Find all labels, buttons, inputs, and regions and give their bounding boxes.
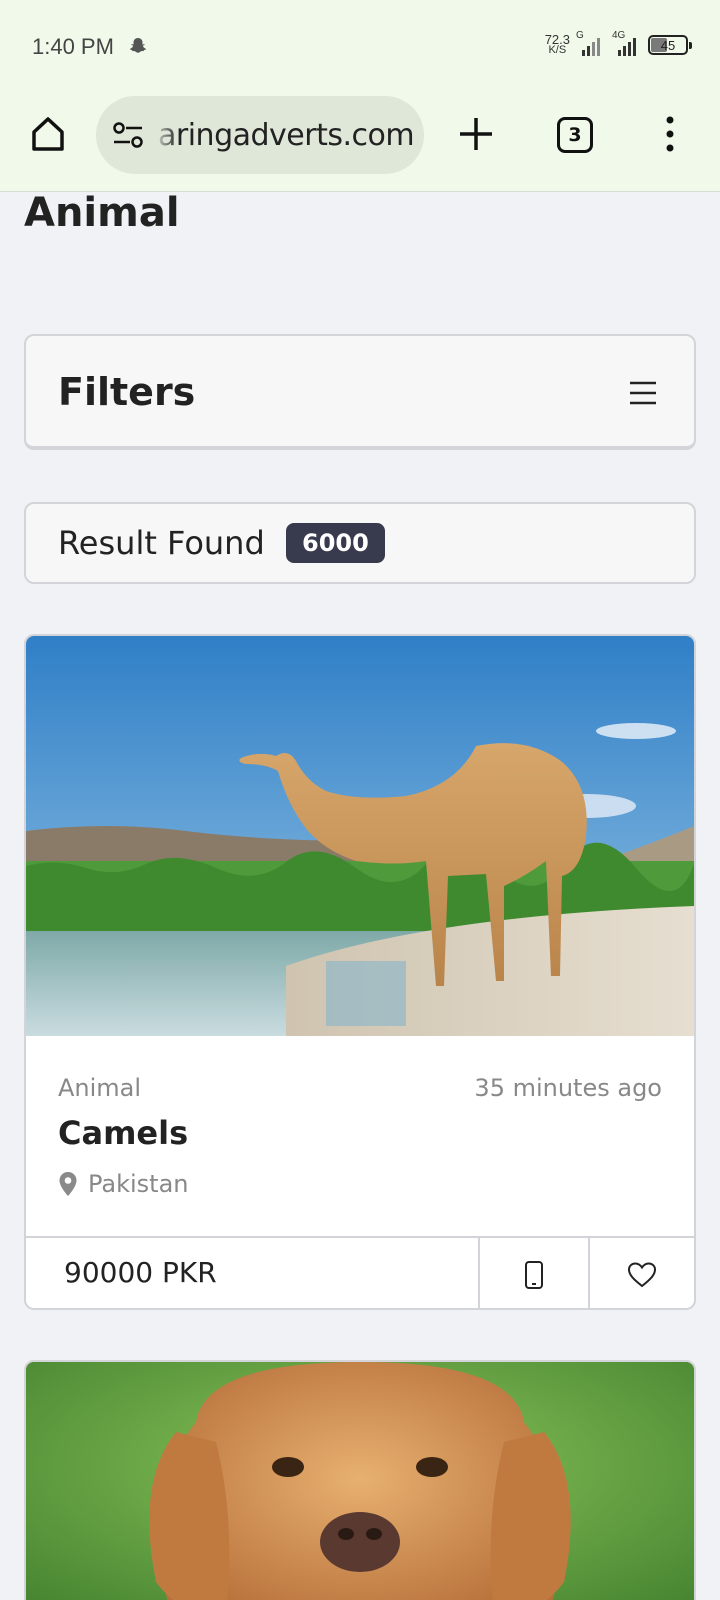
result-label: Result Found xyxy=(58,524,265,562)
status-time: 1:40 PM xyxy=(32,34,114,59)
listing-time: 35 minutes ago xyxy=(474,1074,662,1102)
filters-title: Filters xyxy=(58,370,196,414)
favorite-button[interactable] xyxy=(588,1238,694,1308)
call-button[interactable] xyxy=(478,1238,588,1308)
listing-title[interactable]: Camels xyxy=(58,1114,188,1152)
menu-icon[interactable] xyxy=(628,380,658,406)
more-menu-icon[interactable] xyxy=(660,114,680,154)
listing-card[interactable]: Animal 35 minutes ago Camels Pakistan 90… xyxy=(24,634,696,1310)
tab-switcher-button[interactable]: 3 xyxy=(557,117,593,153)
location-text: Pakistan xyxy=(88,1170,189,1198)
phone-icon xyxy=(525,1261,543,1289)
sim2-signal-icon: 4G xyxy=(612,30,642,58)
listing-image[interactable] xyxy=(26,636,694,1036)
listing-actions: 90000 PKR xyxy=(26,1236,694,1308)
listing-category: Animal xyxy=(58,1074,142,1102)
status-indicators: 72.3 K/S G 4G 45 xyxy=(544,30,692,60)
location-pin-icon xyxy=(59,1172,77,1196)
listing-location: Pakistan xyxy=(58,1170,189,1198)
browser-toolbar: aringadverts.com 3 xyxy=(0,94,720,192)
sim1-signal-icon: G xyxy=(576,30,606,58)
listing-price: 90000 PKR xyxy=(64,1256,217,1289)
new-tab-icon[interactable] xyxy=(456,114,496,154)
site-settings-icon[interactable] xyxy=(112,120,144,150)
status-bar: 1:40 PM 72.3 K/S G 4G 45 xyxy=(0,0,720,94)
home-icon[interactable] xyxy=(28,114,68,154)
network-speed: 72.3 K/S xyxy=(544,32,570,56)
listing-image[interactable] xyxy=(26,1362,694,1600)
filters-panel[interactable]: Filters xyxy=(24,334,696,450)
result-count-badge: 6000 xyxy=(286,523,385,563)
result-summary: Result Found 6000 xyxy=(24,502,696,584)
listing-card[interactable] xyxy=(24,1360,696,1600)
address-bar[interactable]: aringadverts.com xyxy=(96,96,424,174)
page-title: Animal xyxy=(24,190,180,236)
battery-icon: 45 xyxy=(648,35,692,55)
heart-icon xyxy=(627,1262,657,1288)
snapchat-icon xyxy=(129,38,147,53)
url-text: aringadverts.com xyxy=(158,118,415,153)
